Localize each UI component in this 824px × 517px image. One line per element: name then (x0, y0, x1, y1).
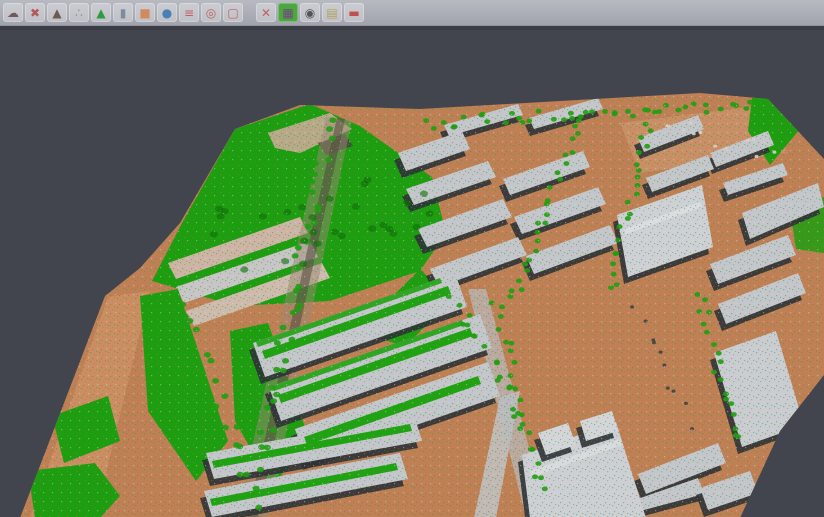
camera-icon[interactable]: ◉ (300, 3, 320, 22)
red-list-icon[interactable]: ≡ (179, 3, 199, 22)
globe-icon[interactable]: ● (157, 3, 177, 22)
orange-tile-icon[interactable]: ■ (135, 3, 155, 22)
toolbar-icon: ▲ (52, 7, 61, 19)
point-speckle-overlay (20, 93, 824, 517)
red-stripes-icon[interactable]: ▬ (344, 3, 364, 22)
toolbar-icon: ☁ (7, 7, 19, 19)
point-cloud-scene[interactable] (0, 30, 824, 517)
dual-arrows-icon[interactable]: ✖ (25, 3, 45, 22)
toolbar-icon: ✕ (261, 7, 271, 19)
point-cloud-icon[interactable]: ∴ (69, 3, 89, 22)
toolbar-icon: ▬ (348, 7, 359, 19)
toolbar-icon: ▤ (326, 7, 337, 19)
terrain-icon[interactable]: ▲ (47, 3, 67, 22)
application-window: ☁ ✖ ▲ ∴ ▲ ▮ ■ (0, 0, 824, 517)
toolbar-icon: ▮ (120, 7, 127, 19)
toolbar-icon: ≡ (184, 7, 194, 19)
toolbar-icon: ◉ (305, 7, 315, 19)
viewport-3d[interactable] (0, 30, 824, 517)
dark-cloud-icon[interactable]: ☁ (3, 3, 23, 22)
red-ring-icon[interactable]: ◎ (201, 3, 221, 22)
toolbar-icon: ▦ (282, 7, 293, 19)
selection-box-icon[interactable]: ▢ (223, 3, 243, 22)
toolbar-icon: ▢ (227, 7, 238, 19)
green-hill-icon[interactable]: ▲ (91, 3, 111, 22)
classification-colors-icon[interactable]: ▦ (278, 3, 298, 22)
toolbar-icon: ● (162, 7, 172, 19)
forest-texture (164, 209, 172, 215)
toolbar-icon: ✖ (30, 7, 40, 19)
clipboard-icon[interactable]: ▤ (322, 3, 342, 22)
toolbar-icon: ■ (139, 7, 150, 19)
toolbar-icon: ∴ (75, 7, 83, 19)
cross-grid-icon[interactable]: ✕ (256, 3, 276, 22)
toolbar-icon: ◎ (206, 7, 216, 19)
toolbar: ☁ ✖ ▲ ∴ ▲ ▮ ■ (0, 0, 824, 25)
column-ruler-icon[interactable]: ▮ (113, 3, 133, 22)
toolbar-icon: ▲ (96, 7, 105, 19)
forest-texture (164, 216, 172, 222)
